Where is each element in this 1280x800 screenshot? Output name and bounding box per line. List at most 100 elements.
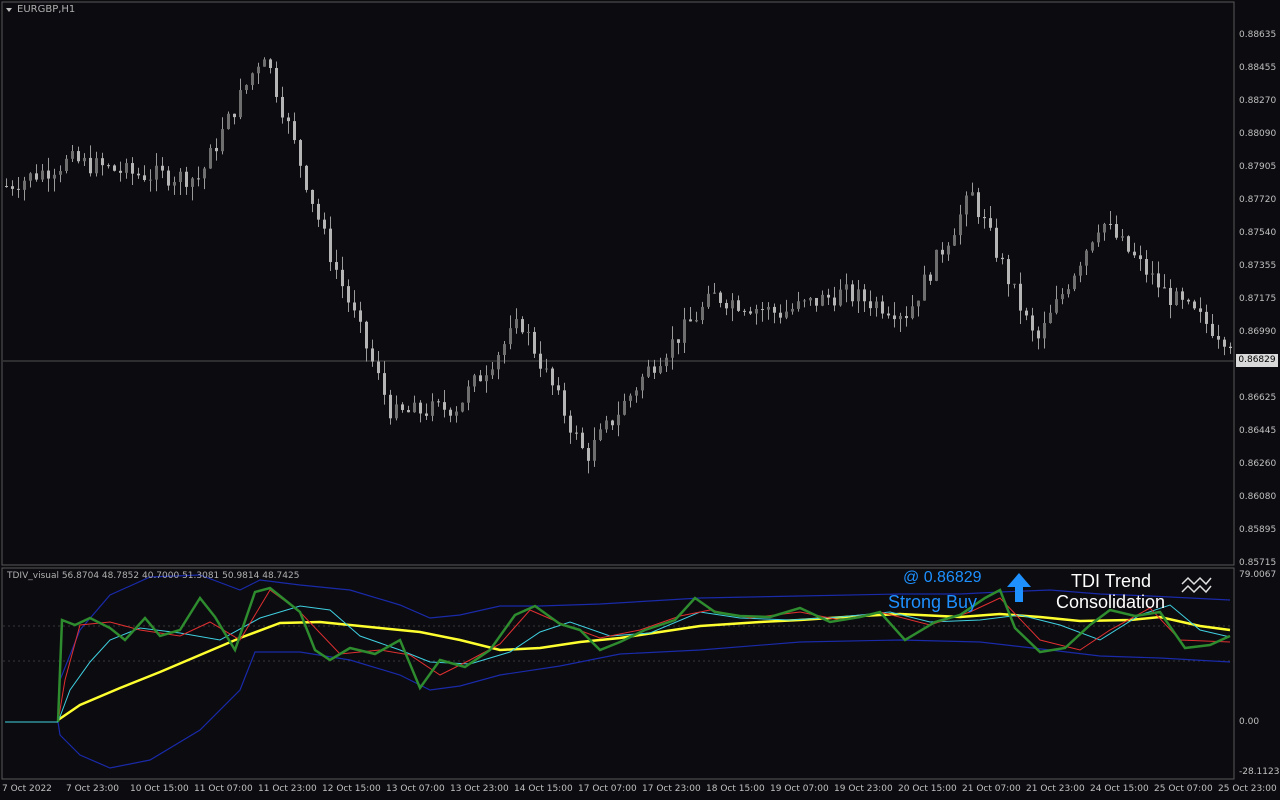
candle-body <box>761 309 764 311</box>
candle-body <box>587 448 590 461</box>
candle-body <box>713 292 716 294</box>
candle-body <box>863 289 866 302</box>
candle-body <box>527 331 530 333</box>
candle-body <box>743 310 746 312</box>
candle-body <box>131 163 134 174</box>
price-axis-label: 0.85715 <box>1239 558 1277 568</box>
candle-body <box>947 245 950 255</box>
candle-body <box>149 179 152 181</box>
candle-body <box>503 344 506 356</box>
candle-body <box>701 306 704 321</box>
candle-body <box>341 269 344 287</box>
candle-body <box>635 390 638 396</box>
candle-body <box>1175 291 1178 306</box>
candle-body <box>29 173 32 181</box>
candle-body <box>749 311 752 314</box>
time-axis-label: 19 Oct 23:00 <box>834 784 893 794</box>
candle-body <box>1037 330 1040 339</box>
candle-body <box>71 151 74 159</box>
candle-body <box>191 178 194 187</box>
price-axis-label: 0.86990 <box>1239 327 1277 337</box>
time-axis-label: 17 Oct 07:00 <box>578 784 637 794</box>
candle-body <box>1139 255 1142 260</box>
candle-body <box>959 214 962 236</box>
candle-body <box>725 302 728 309</box>
candle-body <box>293 121 296 141</box>
candle-body <box>1157 273 1160 288</box>
candle-body <box>161 165 164 171</box>
candle-body <box>311 189 314 204</box>
candle-body <box>443 402 446 410</box>
tdi-indicator-lines <box>5 574 1231 769</box>
candle-body <box>965 195 968 215</box>
chart-canvas[interactable] <box>0 0 1280 800</box>
time-axis-label: 17 Oct 23:00 <box>642 784 701 794</box>
candle-body <box>581 432 584 449</box>
candle-body <box>1199 308 1202 312</box>
candle-body <box>269 59 272 68</box>
candle-body <box>1109 223 1112 225</box>
rsi-line <box>56 586 1231 723</box>
indicator-title[interactable]: TDIV_visual 56.8704 48.7852 40.7000 51.3… <box>7 571 299 581</box>
trend-state: Consolidation <box>1056 592 1166 612</box>
candle-body <box>1115 224 1118 238</box>
time-axis-label: 12 Oct 15:00 <box>322 784 381 794</box>
candle-body <box>359 310 362 322</box>
candle-body <box>419 402 422 414</box>
time-axis-label: 21 Oct 07:00 <box>962 784 1021 794</box>
candle-body <box>479 375 482 382</box>
candle-body <box>101 158 104 166</box>
candle-body <box>605 420 608 430</box>
price-axis-label: 0.87720 <box>1239 195 1277 205</box>
candle-body <box>1193 301 1196 309</box>
candle-body <box>449 409 452 416</box>
time-axis-label: 24 Oct 15:00 <box>1090 784 1149 794</box>
candle-body <box>551 368 554 386</box>
price-axis-label: 0.86625 <box>1239 393 1277 403</box>
candle-body <box>935 249 938 281</box>
candle-body <box>779 312 782 318</box>
candle-body <box>563 390 566 416</box>
candle-body <box>1229 346 1232 349</box>
candle-body <box>695 320 698 322</box>
candle-body <box>515 319 518 329</box>
candle-body <box>851 284 854 302</box>
candle-body <box>1007 259 1010 285</box>
chart-menu-triangle-icon[interactable] <box>6 8 12 12</box>
candle-body <box>461 402 464 412</box>
price-axis-label: 0.87540 <box>1239 228 1277 238</box>
candle-body <box>731 300 734 309</box>
candle-body <box>1067 289 1070 295</box>
candle-body <box>773 306 776 313</box>
candle-body <box>233 113 236 118</box>
candle-body <box>1091 242 1094 251</box>
candle-body <box>497 355 500 370</box>
time-axis-label: 25 Oct 23:00 <box>1218 784 1277 794</box>
candle-body <box>767 306 770 310</box>
symbol-title[interactable]: EURGBP,H1 <box>17 4 75 15</box>
candle-body <box>833 297 836 306</box>
candle-body <box>659 366 662 373</box>
candle-body <box>323 219 326 229</box>
candle-body <box>953 235 956 246</box>
candle-body <box>827 294 830 298</box>
candle-body <box>113 165 116 171</box>
candle-body <box>923 274 926 301</box>
candle-body <box>89 157 92 174</box>
candle-body <box>389 394 392 419</box>
candle-body <box>905 316 908 319</box>
candle-body <box>35 173 38 180</box>
candle-body <box>809 297 812 301</box>
time-axis-label: 7 Oct 2022 <box>2 784 52 794</box>
current-price-tag: 0.86829 <box>1236 354 1278 367</box>
candle-body <box>107 165 110 167</box>
candle-body <box>245 85 248 91</box>
price-axis-label: 0.85895 <box>1239 525 1277 535</box>
candle-body <box>995 227 998 258</box>
candle-body <box>5 186 8 188</box>
price-axis-label: 0.87905 <box>1239 162 1277 172</box>
main-pane-frame <box>1 1 1235 566</box>
indicator-scale-bottom: -28.1123 <box>1239 767 1280 777</box>
candle-body <box>941 249 944 255</box>
candle-body <box>221 129 224 152</box>
